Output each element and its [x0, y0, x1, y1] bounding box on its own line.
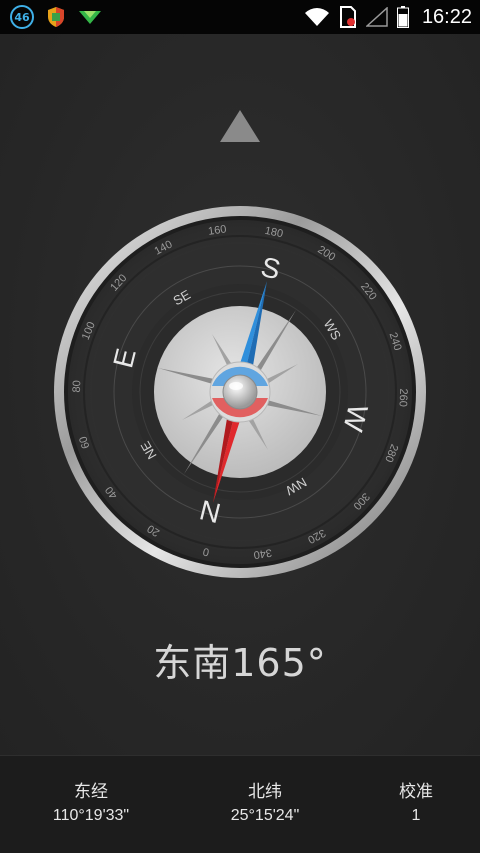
degree-tick-260: 260	[397, 388, 410, 407]
battery-icon	[396, 6, 409, 28]
status-notifications: 46	[10, 0, 102, 34]
latitude-info: 北纬 25°15'24"	[204, 780, 326, 828]
longitude-value: 110°19'33"	[52, 807, 130, 824]
compass-area: 180 200 220 240 260 280 300 320 340 0 20 40 60 80 100 1…	[0, 34, 480, 755]
location-info-bar: 东经 110°19'33" 北纬 25°15'24" 校准 1	[0, 755, 480, 853]
degree-tick-340: 340	[253, 546, 273, 560]
latitude-label: 北纬	[248, 782, 282, 802]
compass-center-cap	[222, 374, 258, 410]
calibrate-value: 1	[411, 807, 421, 824]
heading-readout: 东南165°	[153, 641, 327, 685]
latitude-value: 25°15'24"	[230, 807, 300, 824]
signal-icon	[365, 7, 388, 27]
status-system: 16:22	[304, 0, 472, 34]
sim-card-icon	[339, 6, 356, 28]
longitude-label: 东经	[74, 782, 108, 802]
longitude-info: 东经 110°19'33"	[30, 780, 152, 828]
heading-pointer-icon	[220, 110, 260, 142]
calibrate-label: 校准	[399, 782, 433, 802]
compass-dial[interactable]: 1802002202402602803003203400204060801001…	[52, 204, 428, 580]
degree-tick-160: 160	[207, 223, 227, 237]
status-clock: 16:22	[421, 5, 472, 28]
compass-screen: 46 16:22 180 200 220 240 260 280 300 320…	[0, 0, 480, 853]
calibrate-button[interactable]: 校准 1	[376, 780, 456, 828]
shield-app-icon	[48, 7, 64, 27]
network-badge: 46	[10, 5, 34, 29]
degree-tick-80: 80	[71, 380, 83, 393]
wifi-icon	[304, 8, 329, 26]
status-bar: 46 16:22	[0, 0, 480, 34]
download-arrow-icon	[79, 11, 101, 24]
